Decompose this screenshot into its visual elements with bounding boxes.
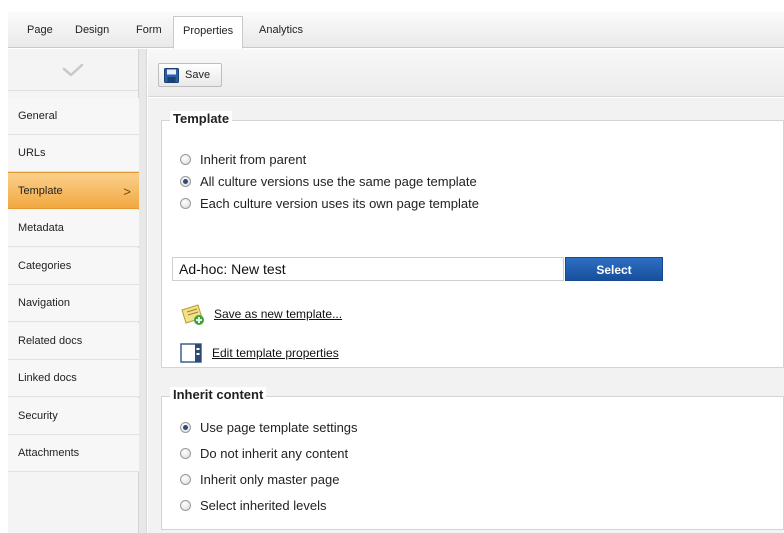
radio-button[interactable] (180, 153, 191, 165)
tab-design[interactable]: Design (75, 20, 109, 40)
radio-button[interactable] (180, 447, 191, 459)
toolbar: Save (148, 49, 784, 97)
tab-analytics[interactable]: Analytics (259, 20, 303, 40)
radio-same-page-template[interactable]: All culture versions use the same page t… (180, 172, 477, 190)
inherit-content-fieldset: Inherit content Use page template settin… (161, 387, 784, 530)
sidebar-item-label: Categories (18, 260, 72, 272)
radio-label: Use page template settings (200, 419, 358, 435)
template-properties-icon (180, 343, 202, 363)
save-as-new-template-label: Save as new template... (214, 307, 343, 321)
sidebar-item-general[interactable]: General (8, 98, 139, 135)
sidebar-item-linked-docs[interactable]: Linked docs (8, 360, 139, 397)
radio-label: Select inherited levels (200, 497, 327, 513)
radio-label: All culture versions use the same page t… (200, 173, 477, 189)
template-name-input[interactable] (172, 257, 564, 281)
splitter[interactable] (139, 49, 147, 533)
radio-inherit-from-parent[interactable]: Inherit from parent (180, 150, 306, 168)
tab-form[interactable]: Form (136, 20, 162, 40)
radio-button-selected[interactable] (180, 175, 191, 187)
radio-use-page-template-settings[interactable]: Use page template settings (180, 418, 358, 436)
inherit-content-legend: Inherit content (170, 387, 267, 402)
sidebar-item-label: General (18, 110, 58, 122)
tab-bar: Page Design Form Properties Analytics (8, 12, 784, 49)
template-fieldset: Template Inherit from parent All culture… (161, 111, 784, 368)
radio-inherit-master-page[interactable]: Inherit only master page (180, 470, 339, 488)
sidebar-item-categories[interactable]: Categories (8, 248, 139, 285)
chevron-right-icon: > (123, 184, 131, 199)
sidebar-item-security[interactable]: Security (8, 398, 139, 435)
radio-own-page-template[interactable]: Each culture version uses its own page t… (180, 194, 479, 212)
edit-template-properties-label: Edit template properties (212, 346, 339, 360)
radio-do-not-inherit[interactable]: Do not inherit any content (180, 444, 348, 462)
sidebar-item-label: Navigation (18, 297, 70, 309)
new-template-icon (181, 304, 204, 325)
radio-label: Each culture version uses its own page t… (200, 195, 479, 211)
sidebar-item-label: URLs (18, 147, 46, 159)
tab-page[interactable]: Page (27, 20, 53, 40)
radio-button[interactable] (180, 499, 191, 511)
sidebar-item-related-docs[interactable]: Related docs (8, 323, 139, 360)
radio-button[interactable] (180, 473, 191, 485)
checkmark-icon (62, 63, 84, 76)
sidebar-header (8, 49, 138, 91)
save-button[interactable]: Save (158, 63, 222, 87)
sidebar-item-template[interactable]: Template > (8, 172, 139, 209)
radio-label: Inherit only master page (200, 471, 340, 487)
sidebar-item-urls[interactable]: URLs (8, 135, 139, 172)
sidebar: General URLs Template > Metadata Categor… (8, 49, 139, 533)
sidebar-item-label: Attachments (18, 447, 80, 459)
radio-button[interactable] (180, 197, 191, 209)
tab-properties[interactable]: Properties (173, 16, 244, 49)
edit-template-properties-link[interactable]: Edit template properties (180, 340, 339, 366)
sidebar-item-label: Security (18, 410, 58, 422)
radio-select-inherited-levels[interactable]: Select inherited levels (180, 496, 326, 514)
sidebar-item-attachments[interactable]: Attachments (8, 435, 139, 472)
sidebar-item-label: Linked docs (18, 372, 77, 384)
save-as-new-template-link[interactable]: Save as new template... (180, 301, 342, 327)
sidebar-item-navigation[interactable]: Navigation (8, 285, 139, 322)
floppy-disk-icon (164, 68, 179, 83)
radio-button-selected[interactable] (180, 421, 191, 433)
main-content: Template Inherit from parent All culture… (148, 98, 784, 533)
sidebar-item-label: Template (18, 185, 63, 197)
template-legend: Template (170, 111, 233, 126)
save-button-label: Save (185, 69, 211, 81)
radio-label: Do not inherit any content (200, 445, 349, 461)
sidebar-item-label: Metadata (18, 222, 64, 234)
select-template-button[interactable]: Select (565, 257, 663, 281)
sidebar-item-metadata[interactable]: Metadata (8, 210, 139, 247)
sidebar-item-label: Related docs (18, 335, 83, 347)
radio-label: Inherit from parent (200, 151, 307, 167)
